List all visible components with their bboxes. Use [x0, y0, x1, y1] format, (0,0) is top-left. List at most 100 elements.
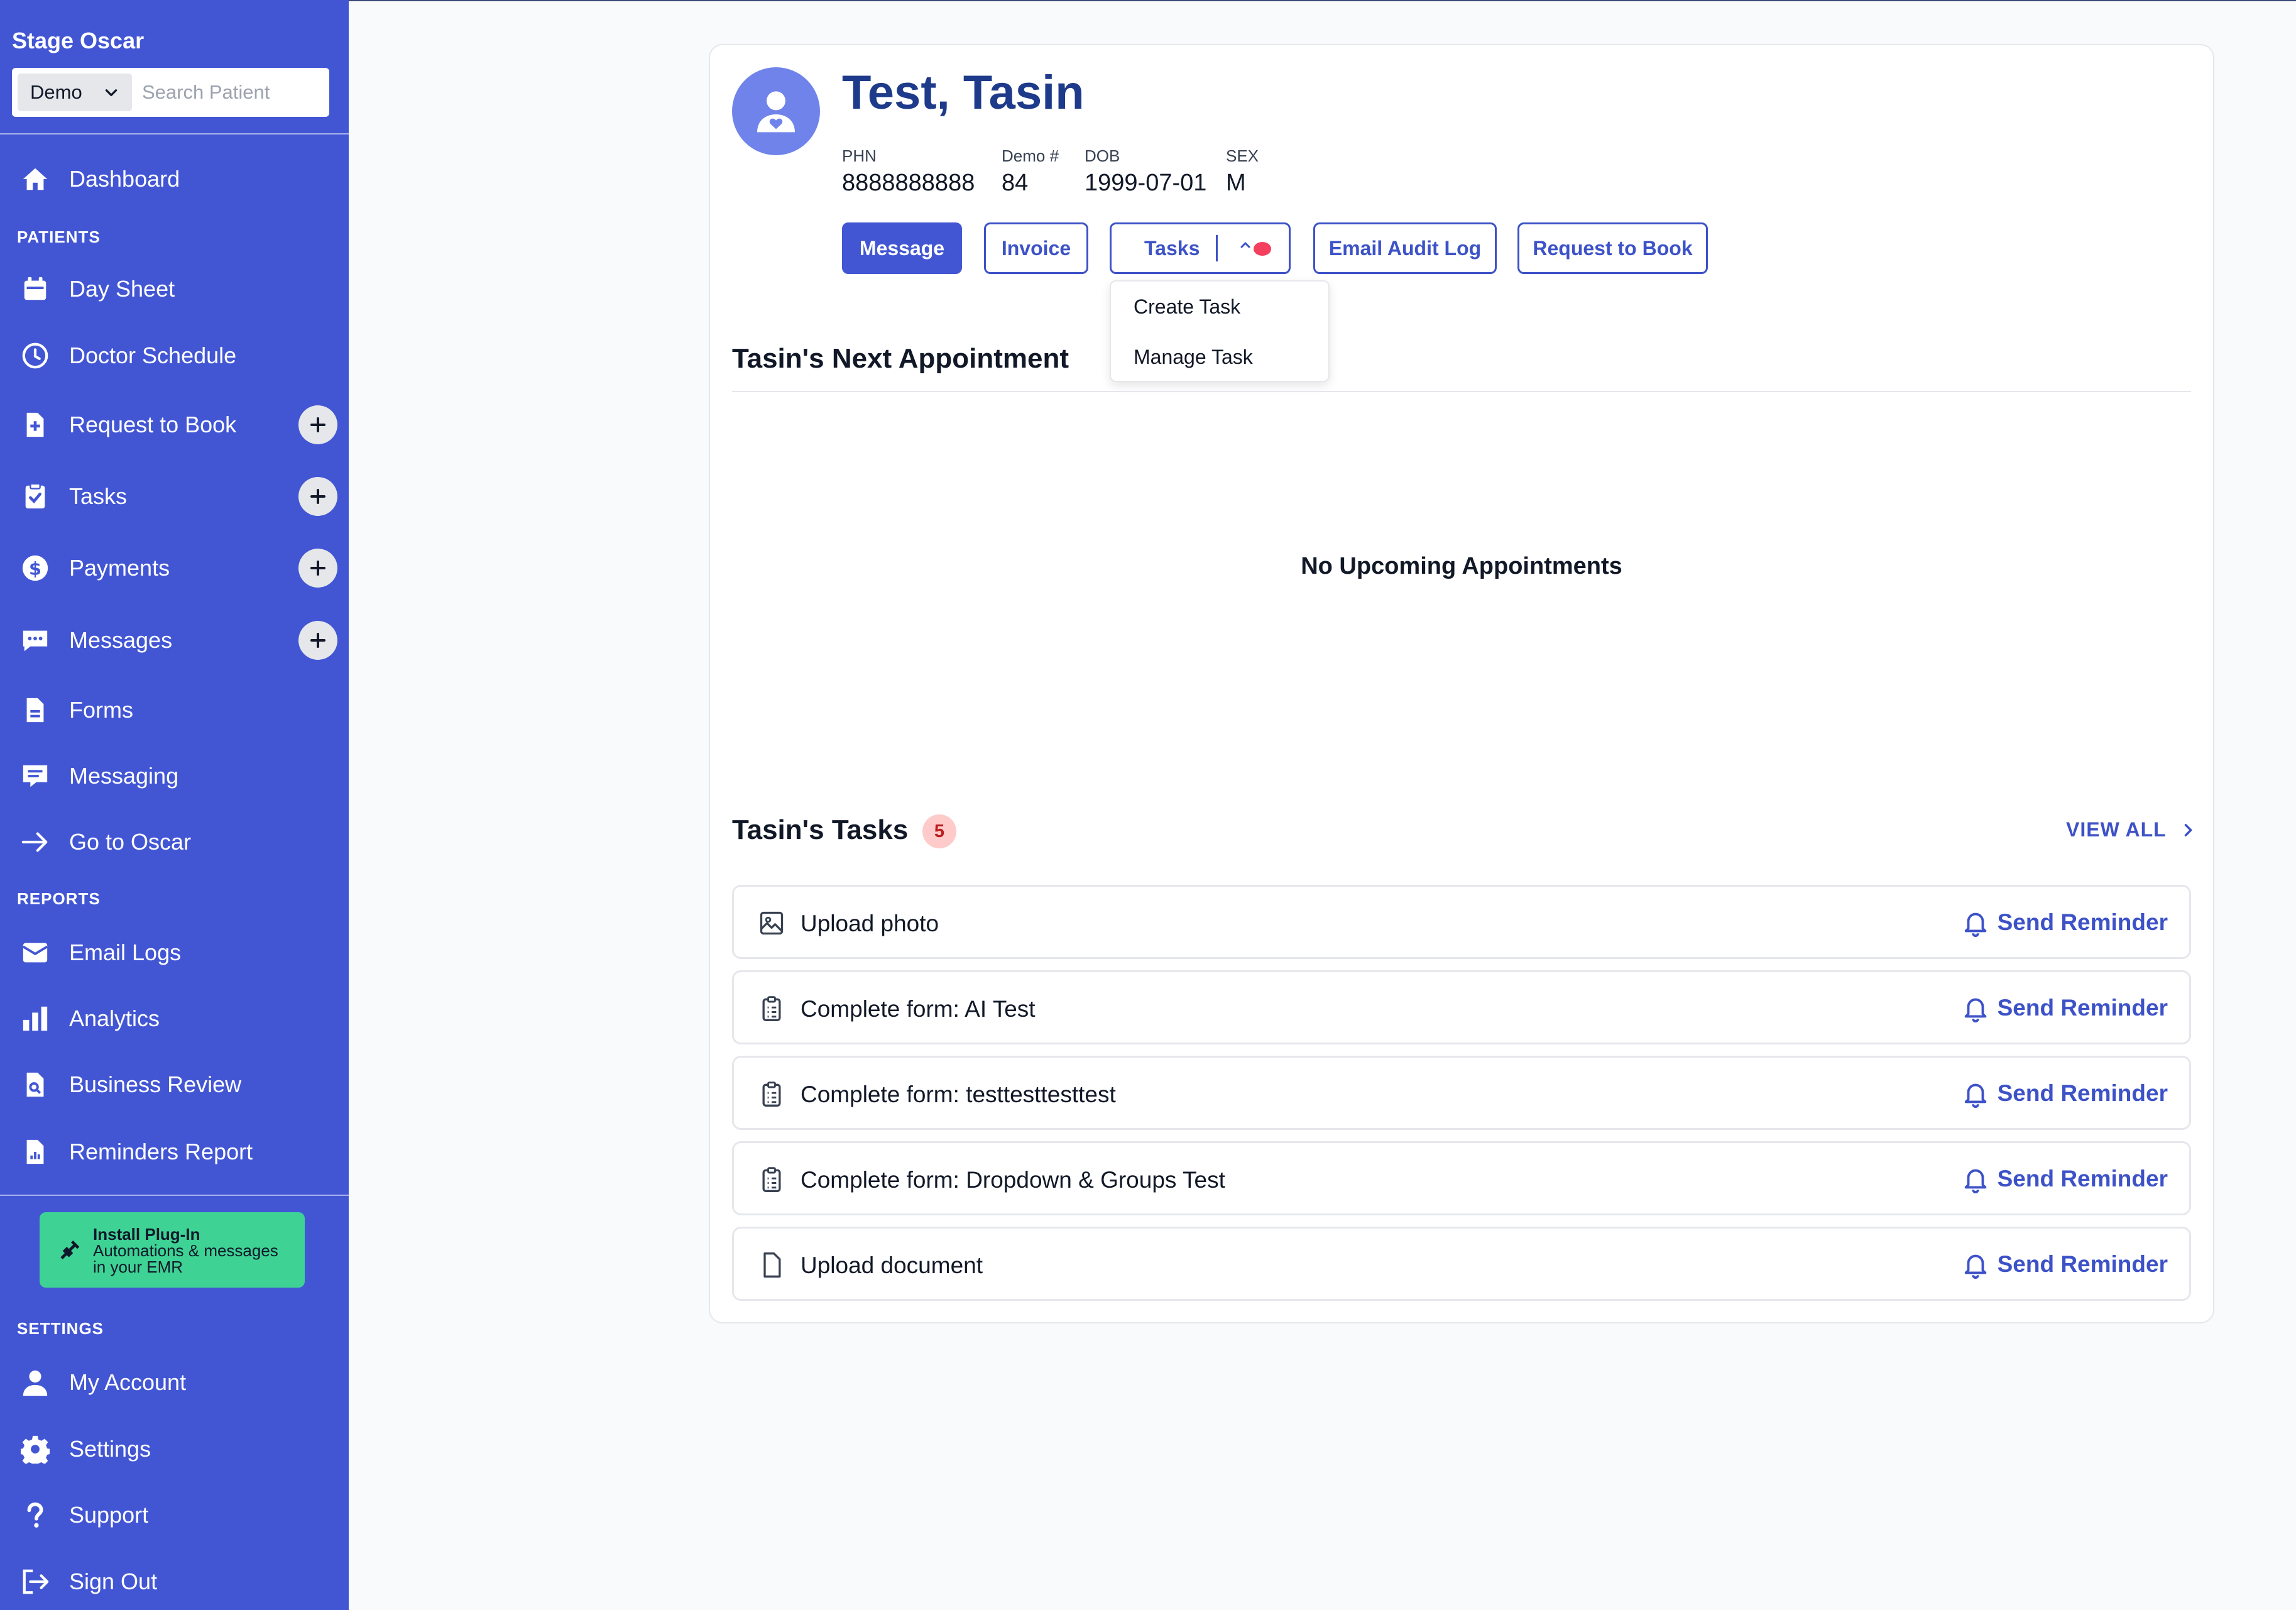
plus-icon [310, 417, 325, 432]
demo-number-value: 84 [1002, 170, 1029, 196]
sidebar-item-request-to-book[interactable]: Request to Book [0, 400, 349, 450]
demo-select-value: Demo [30, 81, 82, 103]
dob-label: DOB [1085, 146, 1120, 165]
plug-icon [60, 1240, 80, 1259]
sidebar-item-label: Reminders Report [69, 1139, 253, 1164]
top-border [349, 0, 2296, 1]
menu-item-manage-task[interactable]: Manage Task [1134, 346, 1253, 369]
sidebar-item-support[interactable]: Support [0, 1490, 349, 1540]
sidebar-item-analytics[interactable]: Analytics [0, 994, 349, 1044]
add-request-button[interactable] [298, 405, 337, 444]
clipboard-check-icon [19, 481, 51, 512]
email-audit-log-button[interactable]: Email Audit Log [1313, 222, 1497, 274]
sidebar-item-forms[interactable]: Forms [0, 685, 349, 735]
task-label: Upload photo [801, 911, 939, 936]
request-to-book-button[interactable]: Request to Book [1517, 222, 1708, 274]
sidebar-item-label: Messages [69, 627, 173, 653]
clipboard-icon [762, 996, 781, 1021]
search-input[interactable] [142, 81, 324, 104]
sidebar-item-day-sheet[interactable]: Day Sheet [0, 264, 349, 314]
bar-chart-icon [19, 1003, 51, 1034]
task-label: Complete form: testtesttesttest [801, 1082, 1116, 1107]
task-row[interactable]: Upload document Send Reminder [732, 1227, 2191, 1301]
install-plugin-button[interactable]: Install Plug-In Automations & messages i… [40, 1212, 305, 1288]
calendar-icon [19, 273, 51, 305]
sidebar-item-label: Sign Out [69, 1569, 158, 1594]
patient-avatar-icon [757, 91, 795, 133]
demo-number-label: Demo # [1002, 146, 1059, 165]
send-reminder-button[interactable]: Send Reminder [1961, 994, 2168, 1022]
sidebar-item-doctor-schedule[interactable]: Doctor Schedule [0, 331, 349, 381]
svg-text:$: $ [29, 558, 41, 579]
invoice-button[interactable]: Invoice [984, 222, 1088, 274]
demo-select[interactable]: Demo [18, 74, 132, 111]
sidebar-item-sign-out[interactable]: Sign Out [0, 1557, 349, 1607]
sidebar-item-label: Messaging [69, 763, 179, 789]
clipboard-icon [762, 1167, 781, 1192]
task-row[interactable]: Upload photo Send Reminder [732, 885, 2191, 959]
sidebar-item-dashboard[interactable]: Dashboard [0, 154, 349, 204]
task-row[interactable]: Complete form: testtesttesttest Send Rem… [732, 1056, 2191, 1130]
plugin-subtitle: Automations & messages in your EMR [93, 1241, 278, 1276]
sidebar-item-label: My Account [69, 1369, 187, 1395]
task-label: Upload document [801, 1252, 983, 1278]
sidebar-item-label: Email Logs [69, 939, 182, 965]
send-reminder-button[interactable]: Send Reminder [1961, 1250, 2168, 1279]
send-reminder-button[interactable]: Send Reminder [1961, 1164, 2168, 1193]
send-reminder-button[interactable]: Send Reminder [1961, 908, 2168, 937]
task-row[interactable]: Complete form: AI Test Send Reminder [732, 970, 2191, 1044]
bell-icon [1964, 1083, 1986, 1108]
bell-icon [1964, 912, 1986, 937]
sidebar-item-payments[interactable]: $ Payments [0, 543, 349, 593]
sidebar-item-label: Go to Oscar [69, 829, 192, 855]
sidebar-item-messages[interactable]: Messages [0, 615, 349, 665]
document-icon [763, 1252, 781, 1278]
bell-icon [1964, 1254, 1986, 1279]
section-label-patients: PATIENTS [17, 227, 101, 246]
section-label-settings: SETTINGS [17, 1319, 104, 1338]
clock-icon [19, 340, 51, 371]
send-reminder-label: Send Reminder [1997, 995, 2168, 1021]
add-message-button[interactable] [298, 621, 337, 660]
sidebar: Stage Oscar Demo Dashboard PATIENTS Day … [0, 0, 349, 1610]
message-button[interactable]: Message [842, 222, 962, 274]
task-row[interactable]: Complete form: Dropdown & Groups Test Se… [732, 1141, 2191, 1215]
add-task-button[interactable] [298, 477, 337, 516]
dollar-icon: $ [19, 552, 51, 584]
sidebar-item-label: Dashboard [69, 166, 180, 192]
question-mark-icon [19, 1499, 51, 1531]
sidebar-item-settings[interactable]: Settings [0, 1424, 349, 1474]
sidebar-item-messaging[interactable]: Messaging [0, 751, 349, 801]
send-reminder-label: Send Reminder [1997, 1080, 2168, 1106]
sidebar-item-label: Tasks [69, 483, 128, 509]
chevron-up-icon[interactable] [1238, 238, 1253, 253]
view-all-link[interactable]: VIEW ALL [2066, 818, 2197, 841]
sidebar-item-reminders-report[interactable]: Reminders Report [0, 1127, 349, 1177]
document-plus-icon [19, 409, 51, 441]
task-label: Complete form: Dropdown & Groups Test [801, 1167, 1225, 1193]
add-payment-button[interactable] [298, 549, 337, 588]
notification-dot [1254, 242, 1271, 256]
sidebar-item-label: Doctor Schedule [69, 342, 237, 368]
sidebar-item-my-account[interactable]: My Account [0, 1357, 349, 1408]
sidebar-item-tasks[interactable]: Tasks [0, 471, 349, 522]
envelope-icon [19, 937, 51, 968]
chevron-down-icon [105, 89, 118, 96]
sidebar-item-label: Day Sheet [69, 276, 175, 302]
bell-icon [1964, 998, 1986, 1022]
menu-item-create-task[interactable]: Create Task [1134, 295, 1240, 319]
phn-value: 8888888888 [842, 170, 975, 196]
sidebar-item-label: Business Review [69, 1071, 242, 1097]
send-reminder-label: Send Reminder [1997, 1166, 2168, 1191]
sex-value: M [1226, 170, 1246, 196]
sidebar-item-go-to-oscar[interactable]: Go to Oscar [0, 817, 349, 867]
form-document-icon [19, 694, 51, 726]
image-icon [760, 911, 784, 935]
document-search-icon [19, 1069, 51, 1100]
task-count-badge: 5 [922, 814, 956, 848]
sidebar-item-business-review[interactable]: Business Review [0, 1060, 349, 1110]
sidebar-item-email-logs[interactable]: Email Logs [0, 928, 349, 978]
send-reminder-button[interactable]: Send Reminder [1961, 1079, 2168, 1108]
bell-icon [1964, 1169, 1986, 1193]
plus-icon [310, 633, 325, 648]
